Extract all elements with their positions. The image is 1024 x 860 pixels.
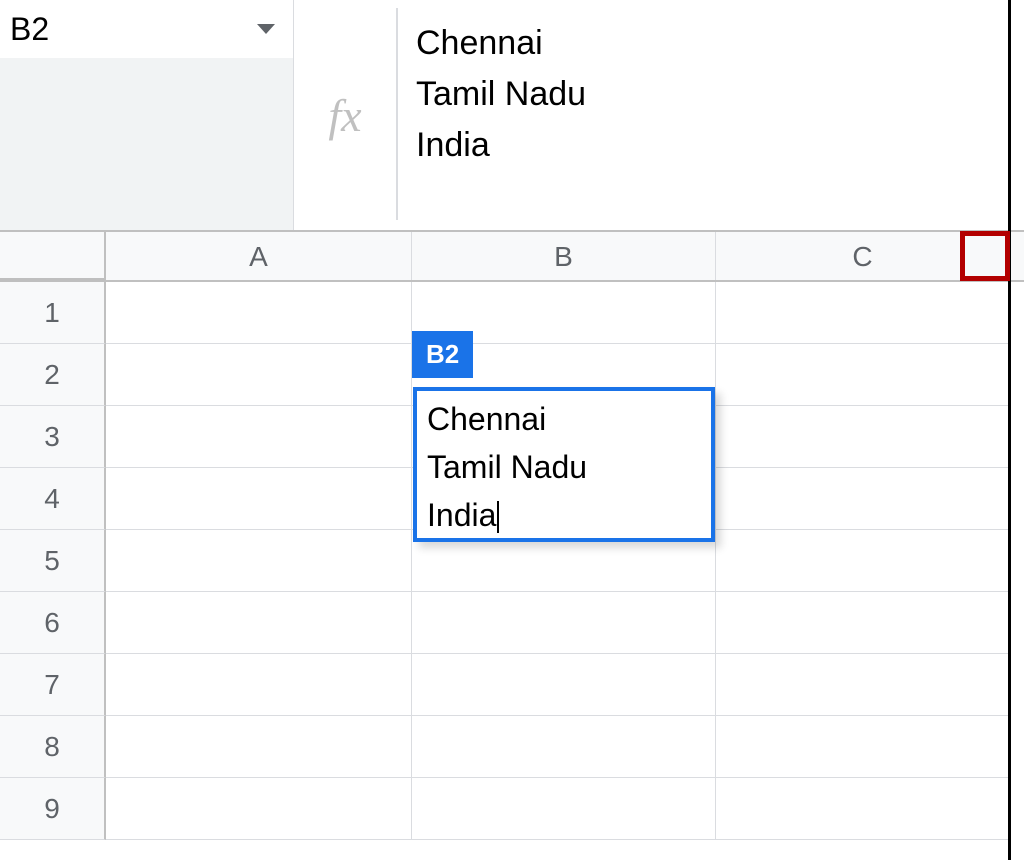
- column-headers-row: A B C: [0, 230, 1024, 282]
- cell-b9[interactable]: [412, 778, 716, 840]
- grid-row: 8: [0, 716, 1024, 778]
- cell-a6[interactable]: [106, 592, 412, 654]
- cell-b7[interactable]: [412, 654, 716, 716]
- chevron-down-icon[interactable]: [257, 24, 275, 34]
- grid-row: 7: [0, 654, 1024, 716]
- fx-icon: fx: [328, 89, 361, 142]
- name-box-value: B2: [10, 11, 49, 48]
- row-header[interactable]: 8: [0, 716, 106, 778]
- active-cell-badge: B2: [412, 331, 473, 378]
- formula-bar-line: Chennai: [416, 18, 1006, 69]
- column-header-b[interactable]: B: [412, 232, 716, 280]
- cell-c1[interactable]: [716, 282, 1010, 344]
- cell-a9[interactable]: [106, 778, 412, 840]
- formula-bar-area: B2 fx Chennai Tamil Nadu India: [0, 0, 1024, 230]
- cell-c6[interactable]: [716, 592, 1010, 654]
- spreadsheet-grid: A B C 1 2 3 4 5: [0, 230, 1024, 840]
- formula-bar-line: India: [416, 120, 1006, 171]
- name-box[interactable]: B2: [0, 0, 294, 58]
- select-all-corner[interactable]: [0, 232, 106, 283]
- grid-body: 1 2 3 4 5 6: [0, 282, 1024, 840]
- cell-c5[interactable]: [716, 530, 1010, 592]
- cell-a4[interactable]: [106, 468, 412, 530]
- cell-a5[interactable]: [106, 530, 412, 592]
- cell-a2[interactable]: [106, 344, 412, 406]
- cell-c4[interactable]: [716, 468, 1010, 530]
- cell-b6[interactable]: [412, 592, 716, 654]
- row-header[interactable]: 9: [0, 778, 106, 840]
- editing-cell-line: India: [427, 491, 701, 539]
- editing-cell-line: Tamil Nadu: [427, 443, 701, 491]
- row-header[interactable]: 3: [0, 406, 106, 468]
- row-header[interactable]: 1: [0, 282, 106, 344]
- column-header-a[interactable]: A: [106, 232, 412, 280]
- cell-a7[interactable]: [106, 654, 412, 716]
- annotation-highlight-box: [960, 231, 1010, 281]
- grid-row: 1: [0, 282, 1024, 344]
- row-header[interactable]: 2: [0, 344, 106, 406]
- cell-a1[interactable]: [106, 282, 412, 344]
- editing-cell-line: Chennai: [427, 395, 701, 443]
- cell-c7[interactable]: [716, 654, 1010, 716]
- cell-b8[interactable]: [412, 716, 716, 778]
- cell-a3[interactable]: [106, 406, 412, 468]
- row-header[interactable]: 4: [0, 468, 106, 530]
- row-header[interactable]: 5: [0, 530, 106, 592]
- grid-row: 9: [0, 778, 1024, 840]
- row-header[interactable]: 6: [0, 592, 106, 654]
- cell-c3[interactable]: [716, 406, 1010, 468]
- right-edge: [1008, 0, 1011, 860]
- name-box-area: B2: [0, 0, 294, 230]
- cell-c2[interactable]: [716, 344, 1010, 406]
- name-box-filler: [0, 58, 294, 230]
- cell-a8[interactable]: [106, 716, 412, 778]
- formula-bar-line: Tamil Nadu: [416, 69, 1006, 120]
- formula-bar[interactable]: Chennai Tamil Nadu India: [396, 8, 1024, 220]
- grid-row: 6: [0, 592, 1024, 654]
- cell-c9[interactable]: [716, 778, 1010, 840]
- fx-icon-area: fx: [294, 0, 396, 230]
- cell-c8[interactable]: [716, 716, 1010, 778]
- row-header[interactable]: 7: [0, 654, 106, 716]
- editing-cell-overlay[interactable]: Chennai Tamil Nadu India: [413, 387, 715, 542]
